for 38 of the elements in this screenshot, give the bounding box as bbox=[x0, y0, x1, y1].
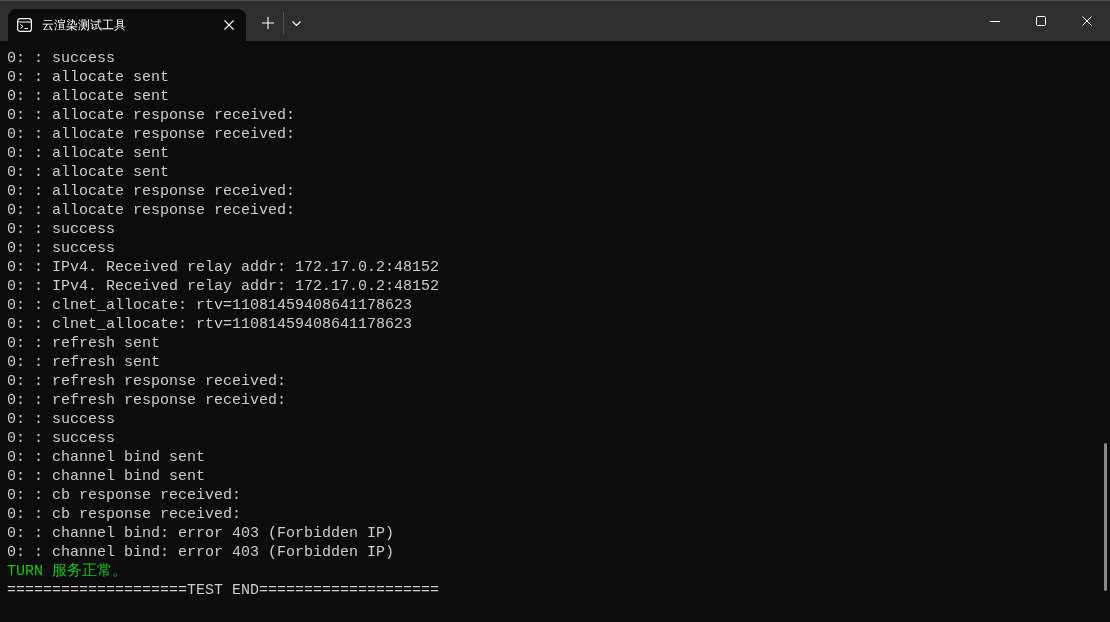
chevron-down-icon bbox=[291, 20, 301, 26]
output-line: 0: : success bbox=[7, 410, 116, 429]
output-line: 0: : allocate response received: bbox=[7, 125, 296, 144]
output-line: 0: : cb response received: bbox=[7, 486, 242, 505]
close-icon bbox=[224, 20, 234, 30]
output-line: 0: : refresh response received: bbox=[7, 391, 287, 410]
output-line: 0: : refresh response received: bbox=[7, 372, 287, 391]
output-line: 0: : channel bind sent bbox=[7, 448, 206, 467]
output-line: 0: : allocate sent bbox=[7, 163, 170, 182]
terminal-tab[interactable]: 云渲染测试工具 bbox=[8, 9, 246, 41]
output-line: 0: : success bbox=[7, 220, 116, 239]
output-line: 0: : clnet_allocate: rtv=11081459408641178623 bbox=[7, 315, 413, 334]
output-line: 0: : allocate sent bbox=[7, 68, 170, 87]
output-line: 0: : channel bind sent bbox=[7, 467, 206, 486]
output-line: 0: : cb response received: bbox=[7, 505, 242, 524]
plus-icon bbox=[262, 17, 274, 29]
output-line: 0: : allocate response received: bbox=[7, 201, 296, 220]
output-line: 0: : channel bind: error 403 (Forbidden IP) bbox=[7, 543, 395, 562]
output-line: 0: : allocate sent bbox=[7, 144, 170, 163]
output-line: 0: : allocate sent bbox=[7, 87, 170, 106]
terminal-icon bbox=[17, 18, 32, 32]
output-line: 0: : refresh sent bbox=[7, 353, 161, 372]
maximize-icon bbox=[1036, 16, 1046, 26]
output-line: 0: : clnet_allocate: rtv=11081459408641178623 bbox=[7, 296, 413, 315]
output-line: 0: : IPv4. Received relay addr: 172.17.0.2:48152 bbox=[7, 277, 440, 296]
scrollbar-thumb[interactable] bbox=[1104, 443, 1107, 591]
minimize-icon bbox=[990, 20, 1000, 22]
output-line: 0: : IPv4. Received relay addr: 172.17.0.2:48152 bbox=[7, 258, 440, 277]
output-line: 0: : refresh sent bbox=[7, 334, 161, 353]
output-line: 0: : success bbox=[7, 49, 116, 68]
output-line: 0: : success bbox=[7, 429, 116, 448]
test-end-text: ====================TEST END==================== bbox=[7, 581, 440, 600]
close-icon bbox=[1082, 16, 1092, 26]
status-line: TURN 服务正常。 bbox=[7, 562, 127, 581]
output-line: 0: : allocate response received: bbox=[7, 106, 296, 125]
output-line: 0: : channel bind: error 403 (Forbidden IP) bbox=[7, 524, 395, 543]
output-line: 0: : success bbox=[7, 239, 116, 258]
output-line: 0: : allocate response received: bbox=[7, 182, 296, 201]
